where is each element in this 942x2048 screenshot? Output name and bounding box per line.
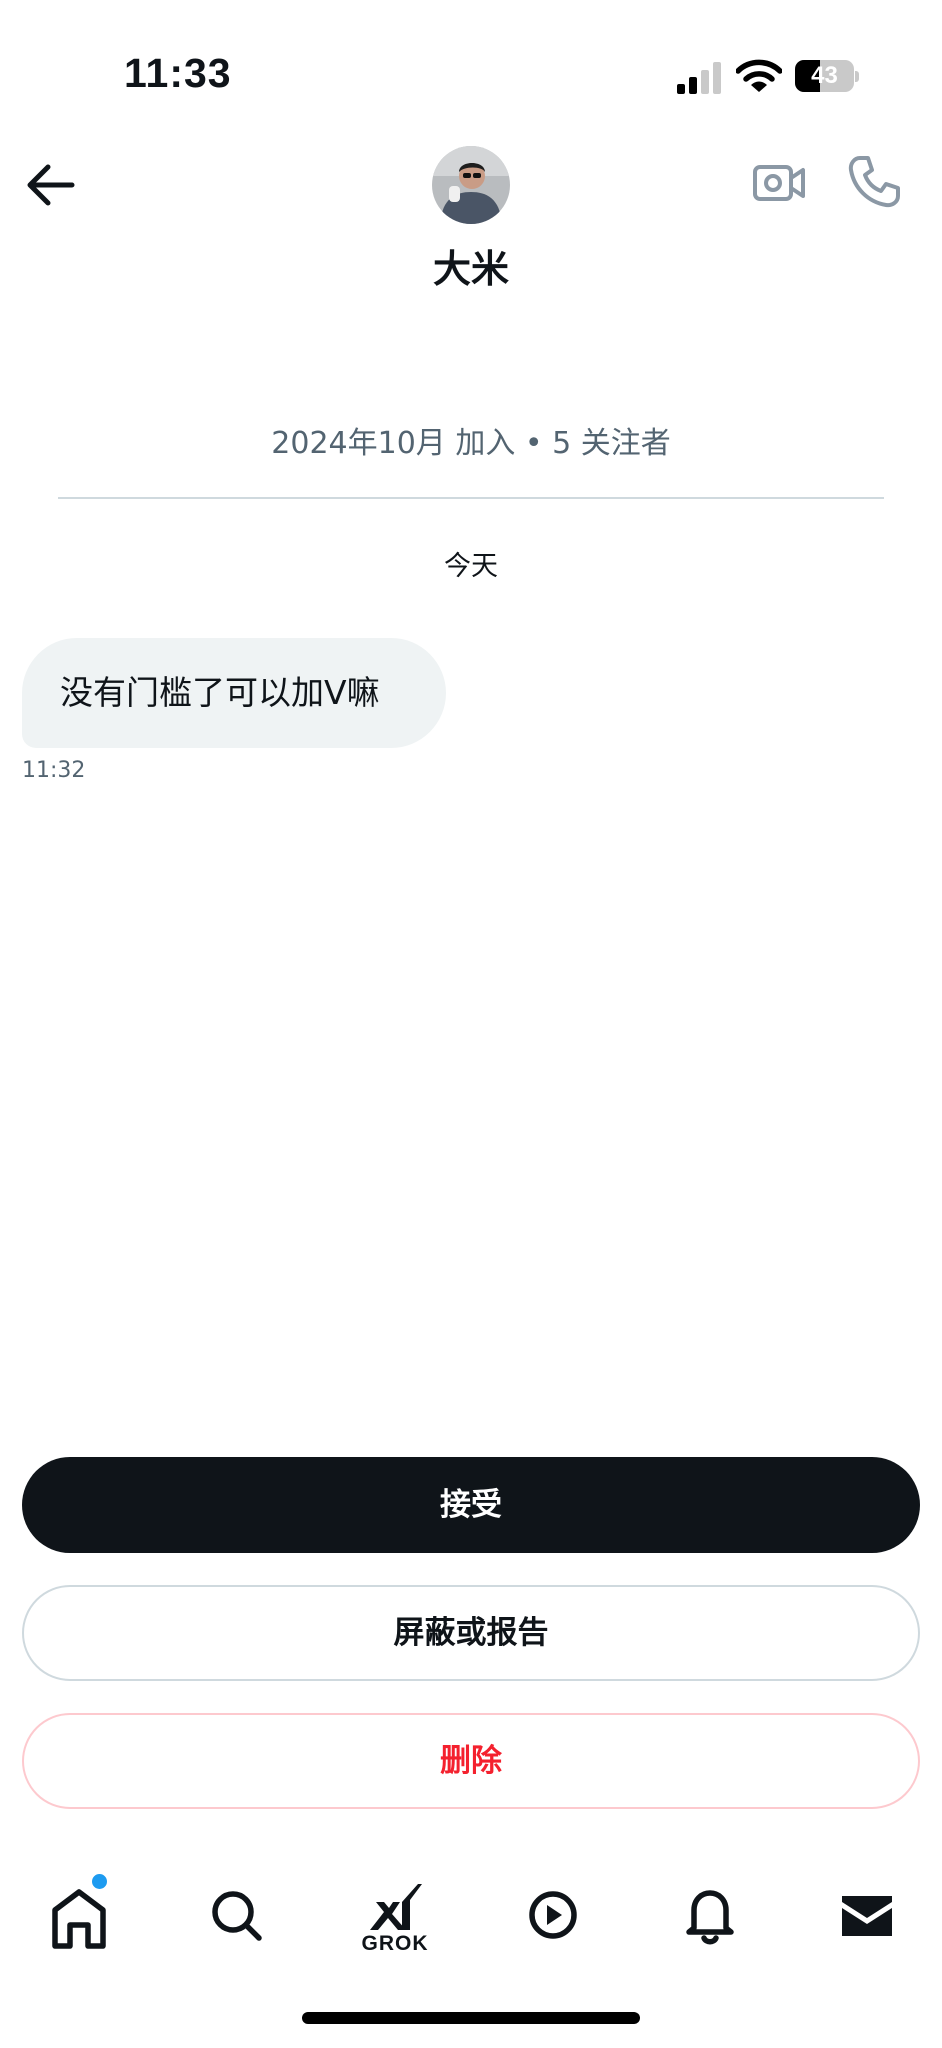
nav-search[interactable] <box>182 1860 292 1970</box>
date-separator: 今天 <box>444 551 498 582</box>
home-icon <box>52 1889 106 1949</box>
block-or-report-button[interactable]: 屏蔽或报告 <box>22 1585 920 1681</box>
home-indicator <box>302 2012 640 2024</box>
notification-dot <box>92 1874 107 1889</box>
profile-meta: 2024年10月 加入 • 5 关注者 <box>271 426 671 461</box>
battery-percent: 43 <box>811 62 838 89</box>
accept-button[interactable]: 接受 <box>22 1457 920 1553</box>
search-icon <box>212 1891 262 1941</box>
delete-button[interactable]: 删除 <box>22 1713 920 1809</box>
wifi-icon <box>736 59 782 92</box>
grok-label: GROK <box>361 1932 429 1955</box>
nav-home[interactable] <box>24 1860 134 1970</box>
avatar[interactable] <box>432 146 510 224</box>
nav-grok[interactable]: GROK <box>340 1860 450 1970</box>
bottom-nav: GROK <box>0 1860 942 1970</box>
battery-icon: 43 <box>795 60 859 92</box>
play-icon <box>529 1891 577 1939</box>
message-timestamp: 11:32 <box>22 758 86 783</box>
message-bubble[interactable]: 没有门槛了可以加V嘛 <box>22 638 446 748</box>
status-bar: 11:33 43 <box>0 0 942 150</box>
divider <box>58 497 884 499</box>
arrow-left-icon[interactable] <box>22 160 78 210</box>
conversation-header: 大米 <box>0 140 942 300</box>
bell-icon <box>686 1890 734 1945</box>
cellular-signal-icon <box>677 62 721 94</box>
nav-video[interactable] <box>498 1860 608 1970</box>
nav-notifications[interactable] <box>656 1860 766 1970</box>
contact-name: 大米 <box>432 247 509 291</box>
video-camera-icon[interactable] <box>752 158 806 208</box>
phone-icon[interactable] <box>846 154 902 210</box>
mail-icon <box>842 1896 892 1936</box>
status-time: 11:33 <box>124 50 232 96</box>
nav-messages[interactable] <box>812 1860 922 1970</box>
